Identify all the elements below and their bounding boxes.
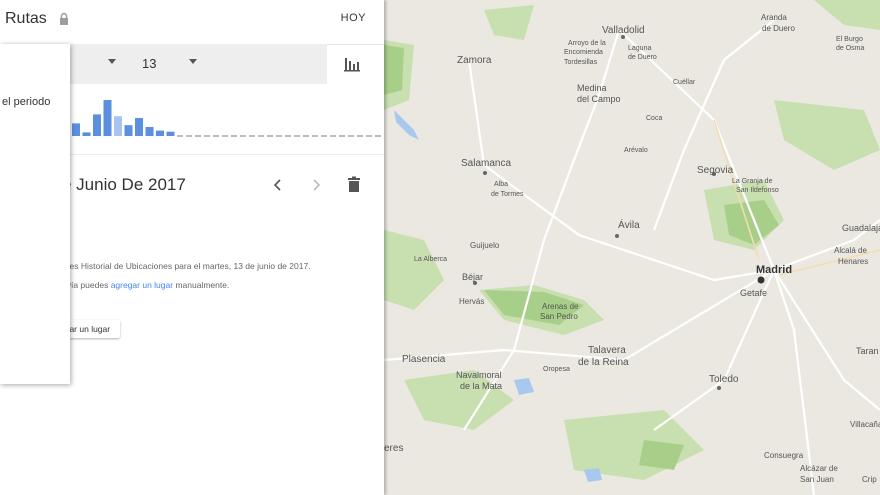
map-place-label: San Juan [800,475,834,484]
map-place-label: eres [384,443,403,454]
map-place-label: Oropesa [543,366,570,373]
map-place-label: Alcázar de [800,464,838,473]
activity-histogram [72,100,384,137]
map-place-label: San Pedro [540,312,578,321]
map-place-label: Ávila [618,218,640,231]
map-place-label: Medina [577,83,607,93]
timeline-panel: Rutas HOY 13 e Junio De 2017 eres Histor… [0,0,384,495]
map-place-label: Consuegra [764,451,804,460]
map-place-label: Arenas de [542,302,579,311]
map-place-label: de Duero [762,24,795,33]
map-place-label: Segovia [697,165,734,176]
map[interactable]: Valladolid Arroyo de la Encomienda Laguna de… [384,0,880,495]
bar-chart-icon[interactable] [340,52,364,76]
map-place-label: Salamanca [461,158,511,169]
map-place-label: Arévalo [624,147,648,154]
map-place-label: de Duero [628,54,657,61]
add-place-link[interactable]: agregar un lugar [111,280,173,290]
histogram-bar[interactable] [156,130,164,136]
map-place-label: Guijuelo [470,241,500,250]
map-place-label: Taran [856,346,879,356]
map-place-label: San Ildefonso [736,187,779,194]
map-place-label: Villacañas [850,420,880,429]
map-place-label: Zamora [457,55,492,66]
histogram-bar[interactable] [145,127,154,136]
empty-state-text: manualmente. [173,280,230,290]
map-place-label: Crip [862,475,877,484]
lock-icon [60,12,68,25]
map-place-label: de Tormes [491,191,524,198]
map-place-label: El Burgo [836,36,863,43]
map-place-label: Alba [494,181,508,188]
map-place-label: Navalmoral [456,370,502,380]
map-place-label: Aranda [761,13,787,22]
trash-icon[interactable] [344,175,364,195]
panel-header: Rutas HOY [0,0,384,45]
chevron-down-icon[interactable] [108,59,116,64]
map-place-label: Laguna [628,45,651,52]
histogram-bar[interactable] [93,114,101,136]
dropdown-item-period[interactable]: el periodo [2,96,50,108]
map-place-label: Toledo [709,374,739,385]
histogram-bar[interactable] [103,100,112,136]
map-place-label: La Granja de [732,178,773,185]
map-place-label: Madrid [756,264,792,276]
histogram-bar[interactable] [72,123,80,136]
map-place-label: Coca [646,115,662,122]
map-place-label: de la Reina [578,357,629,368]
chevron-down-icon[interactable] [189,59,197,64]
day-select[interactable]: 13 [142,56,156,71]
map-place-label: de Osma [836,45,865,52]
map-place-label: Hervás [459,297,484,306]
today-button[interactable]: HOY [341,12,366,24]
empty-state-line: eres Historial de Ubicaciones para el ma… [62,261,311,271]
empty-state-message: eres Historial de Ubicaciones para el ma… [62,257,372,295]
map-place-label: Cuéllar [673,79,696,86]
histogram-bar[interactable] [135,118,143,136]
histogram-bar[interactable] [82,132,91,136]
histogram-bar[interactable] [166,131,175,136]
map-place-label: Tordesillas [564,59,598,66]
histogram-bar[interactable] [124,125,133,136]
map-place-label: Alcalá de [834,246,867,255]
histogram-bar[interactable] [114,116,122,136]
map-place-label: de la Mata [460,381,502,391]
map-place-label: Talavera [588,345,626,356]
map-place-label: del Campo [577,94,621,104]
map-place-label: Getafe [740,288,767,298]
map-place-label: Arroyo de la [568,40,606,47]
page-title: Rutas [5,10,47,27]
map-place-label: Encomienda [564,49,603,56]
empty-state-line: avía puedes agregar un lugar manualmente… [62,276,372,295]
map-place-label: Guadalajara [842,223,880,233]
map-place-label: Valladolid [602,25,645,36]
map-place-label: Béjar [462,272,483,282]
chevron-left-icon[interactable] [268,175,288,195]
period-dropdown-menu: el periodo [0,44,70,384]
chevron-right-icon[interactable] [306,175,326,195]
map-place-label: La Alberca [414,256,447,263]
date-title: e Junio De 2017 [62,175,186,194]
map-place-label: Plasencia [402,354,446,365]
map-place-label: Henares [838,257,868,266]
